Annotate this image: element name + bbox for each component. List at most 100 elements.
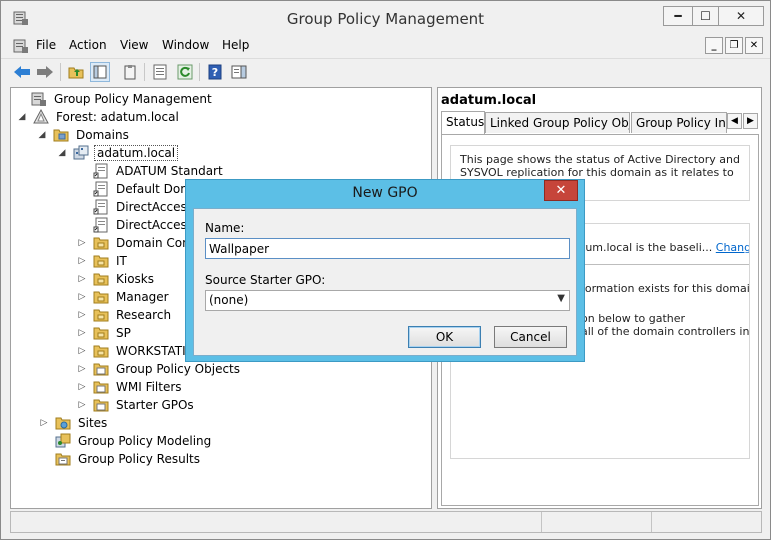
ok-button[interactable]: OK — [408, 326, 481, 348]
menu-window[interactable]: Window — [162, 38, 209, 52]
collapse-icon[interactable]: ◢ — [17, 112, 27, 122]
tree-item[interactable]: Group Policy Management — [15, 90, 214, 108]
gpo-name-input[interactable] — [205, 238, 570, 259]
tree-item[interactable]: ▷ SP — [77, 324, 133, 342]
expand-icon[interactable]: ▷ — [77, 364, 87, 374]
forward-icon[interactable] — [35, 62, 55, 82]
tree-item[interactable]: ▷ Research — [77, 306, 173, 324]
refresh-icon[interactable] — [175, 62, 195, 82]
maximize-button[interactable]: ☐ — [692, 6, 719, 26]
info-line: formation exists for this domain. — [581, 282, 750, 295]
child-minimize-button[interactable]: _ — [705, 37, 723, 54]
expand-icon[interactable]: ▷ — [77, 256, 87, 266]
action-pane-icon[interactable] — [229, 62, 249, 82]
child-close-button[interactable]: ✕ — [745, 37, 763, 54]
tree-item[interactable]: ◢ Forest: adatum.local — [17, 108, 181, 126]
collapse-icon[interactable]: ◢ — [37, 130, 47, 140]
folder-icon — [93, 399, 109, 412]
clipboard-icon[interactable] — [120, 62, 140, 82]
menu-view[interactable]: View — [120, 38, 148, 52]
expand-icon[interactable]: ▷ — [77, 346, 87, 356]
gather-line-1: on below to gather — [581, 312, 686, 325]
tree-item-label: Forest: adatum.local — [56, 110, 179, 124]
domains-folder-icon — [53, 129, 69, 142]
forest-icon — [33, 109, 49, 124]
status-segment — [541, 512, 542, 532]
tree-item[interactable]: ADATUM Standart — [77, 162, 225, 180]
chevron-down-icon: ▼ — [557, 293, 565, 304]
tree-item[interactable]: ▷ WMI Filters — [77, 378, 184, 396]
starter-gpo-select[interactable]: (none) ▼ — [205, 290, 570, 311]
minimize-button[interactable]: ━ — [663, 6, 693, 26]
folder-icon — [93, 363, 109, 376]
status-segment — [651, 512, 652, 532]
menu-action[interactable]: Action — [69, 38, 107, 52]
folder-icon — [93, 381, 109, 394]
tree-item[interactable]: Group Policy Results — [39, 450, 202, 468]
tree-item-label: ADATUM Standart — [116, 164, 223, 178]
gpo-link-icon — [93, 217, 108, 233]
svg-text:?: ? — [212, 66, 218, 79]
menu-help[interactable]: Help — [222, 38, 249, 52]
results-icon — [55, 453, 71, 466]
tree-item[interactable]: ▷ IT — [77, 252, 129, 270]
divider — [581, 264, 749, 265]
menu-file[interactable]: File — [36, 38, 56, 52]
collapse-icon[interactable]: ◢ — [57, 148, 67, 158]
tree-item[interactable]: ▷ Manager — [77, 288, 171, 306]
dialog-body: Name: Source Starter GPO: (none) ▼ OK Ca… — [193, 208, 577, 356]
expand-icon[interactable]: ▷ — [77, 274, 87, 284]
tree-item-label: Sites — [78, 416, 108, 430]
cancel-button[interactable]: Cancel — [494, 326, 567, 348]
title-bar: Group Policy Management ━ ☐ ✕ — [1, 1, 770, 35]
tree-item-label: Manager — [116, 290, 169, 304]
expand-icon[interactable]: ▷ — [77, 328, 87, 338]
tab-linked-gpos[interactable]: Linked Group Policy Objects — [485, 112, 630, 133]
tree-item-label: Group Policy Management — [54, 92, 212, 106]
change-link[interactable]: Change — [716, 241, 749, 254]
window-title: Group Policy Management — [286, 10, 485, 28]
gpm-icon — [31, 92, 46, 106]
show-hide-tree-icon[interactable] — [90, 62, 110, 82]
properties-icon[interactable] — [150, 62, 170, 82]
child-restore-button[interactable]: ❐ — [725, 37, 743, 54]
dialog-title: New GPO — [352, 185, 418, 201]
close-window-button[interactable]: ✕ — [718, 6, 764, 26]
expand-icon[interactable]: ▷ — [77, 400, 87, 410]
tree-item[interactable]: ▷ Kiosks — [77, 270, 156, 288]
system-menu-icon[interactable] — [13, 38, 29, 54]
tree-item[interactable]: ◢ Domains — [37, 126, 131, 144]
tree-item[interactable]: Group Policy Modeling — [39, 432, 213, 450]
tab-gp-inheritance[interactable]: Group Policy Inher — [631, 112, 727, 133]
expand-icon[interactable]: ▷ — [77, 238, 87, 248]
tree-item[interactable]: ▷ Sites — [39, 414, 109, 432]
gpo-link-icon — [93, 181, 108, 197]
modeling-icon — [55, 433, 71, 448]
expand-icon[interactable]: ▷ — [39, 418, 49, 428]
help-icon[interactable]: ? — [205, 62, 225, 82]
tab-status[interactable]: Status — [441, 111, 485, 134]
tab-scroll-left-button[interactable]: ◀ — [727, 113, 742, 129]
menu-bar: File Action View Window Help _ ❐ ✕ — [1, 35, 770, 57]
gpo-link-icon — [93, 163, 108, 179]
tree-item[interactable]: ▷ Group Policy Objects — [77, 360, 242, 378]
expand-icon[interactable]: ▷ — [77, 310, 87, 320]
up-folder-icon[interactable] — [66, 62, 86, 82]
expand-icon[interactable]: ▷ — [77, 292, 87, 302]
new-gpo-dialog: New GPO ✕ Name: Source Starter GPO: (non… — [185, 179, 585, 362]
expand-icon[interactable]: ▷ — [77, 382, 87, 392]
starter-gpo-value: (none) — [209, 293, 249, 307]
dialog-close-button[interactable]: ✕ — [544, 180, 578, 201]
ou-folder-icon — [93, 345, 109, 358]
tab-scroll-right-button[interactable]: ▶ — [743, 113, 758, 129]
tree-item-label: SP — [116, 326, 131, 340]
tree-item[interactable]: ▷ Starter GPOs — [77, 396, 196, 414]
tree-item[interactable]: ◢ adatum.local — [57, 144, 179, 162]
back-icon[interactable] — [12, 62, 32, 82]
name-label: Name: — [205, 221, 245, 235]
baseline-line: tum.local is the baseli... Change — [581, 241, 749, 254]
